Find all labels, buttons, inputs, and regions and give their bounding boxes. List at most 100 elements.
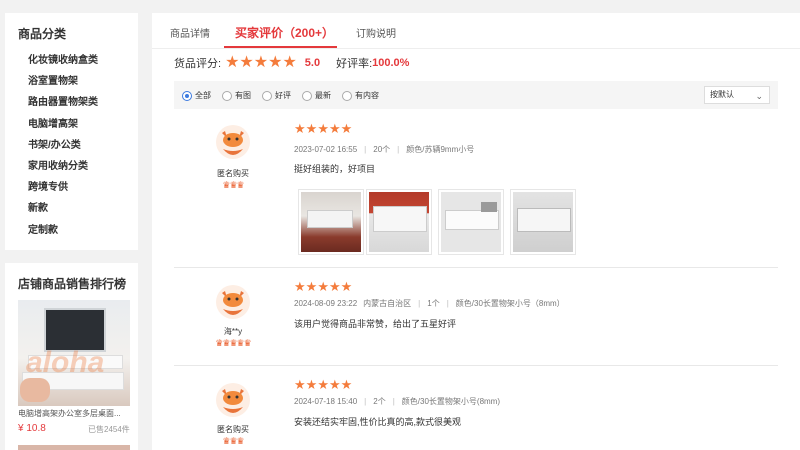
rating-stars: ★ ★ ★ ★ ★ <box>225 55 297 71</box>
category-item-monitor-riser[interactable]: 电脑增高架 <box>28 114 98 135</box>
tab-buyer-reviews[interactable]: 买家评价（200+） <box>235 24 334 41</box>
review-date: 2023-07-02 16:55 <box>294 145 358 154</box>
active-tab-indicator <box>224 46 337 48</box>
review-spec: 颜色/苏辆9mm小号 <box>406 145 475 154</box>
crown-icon: ♛ <box>229 338 237 348</box>
filter-latest[interactable]: 最新 <box>302 90 331 101</box>
ranking-title: 店铺商品销售排行榜 <box>18 277 127 291</box>
crown-icon: ♛ <box>229 436 237 446</box>
review-stars: ★ ★ ★ ★ ★ <box>294 122 352 135</box>
filter-with-content[interactable]: 有内容 <box>342 90 379 101</box>
rating-score: 5.0 <box>304 57 321 69</box>
reviewer-name: 匿名购买 <box>217 425 249 434</box>
review-divider <box>174 267 778 268</box>
review-spec: 颜色/30长置物架小号(8mm) <box>401 397 501 406</box>
tab-product-details[interactable]: 商品详情 <box>170 25 210 40</box>
category-list: 化妆镜收纳盒类 浴室置物架 路由器置物架类 电脑增高架 书架/办公类 家用收纳分… <box>28 50 98 241</box>
star-icon: ★ <box>328 121 341 136</box>
star-icon: ★ <box>317 121 329 136</box>
reviewer-level-badges: ♛♛♛♛♛ <box>205 338 261 349</box>
review-date: 2024-07-18 15:40 <box>294 397 358 406</box>
review-quantity: 20个 <box>373 145 391 154</box>
ranking-next-product-image[interactable] <box>18 445 130 450</box>
star-icon: ★ <box>294 377 306 392</box>
star-icon: ★ <box>328 279 341 294</box>
category-item-bookshelf-office[interactable]: 书架/办公类 <box>28 135 98 156</box>
star-icon: ★ <box>282 54 297 71</box>
review-filter-bar: 全部 有图 好评 最新 有内容 按默认 ⌄ <box>174 81 778 109</box>
ranking-product-image[interactable]: aloha <box>18 300 130 406</box>
review-text: 该用户觉得商品非常赞，给出了五星好评 <box>294 319 457 329</box>
review-quantity: 1个 <box>427 299 440 308</box>
radio-icon <box>222 90 232 101</box>
watermark-graphic: aloha <box>26 346 105 379</box>
tab-bar: 商品详情 买家评价（200+） 订购说明 <box>152 13 800 49</box>
star-icon: ★ <box>340 279 353 294</box>
filter-positive[interactable]: 好评 <box>262 90 291 101</box>
radio-icon <box>262 90 272 101</box>
reviewer-level-badges: ♛♛♛ <box>205 436 261 447</box>
crown-icon: ♛ <box>236 180 245 190</box>
good-rate-value: 100.0% <box>372 57 410 69</box>
review-stars: ★ ★ ★ ★ ★ <box>294 378 352 391</box>
review-image[interactable] <box>366 189 432 255</box>
crown-icon: ♛ <box>229 180 237 190</box>
filter-with-images[interactable]: 有图 <box>222 90 251 101</box>
review-image[interactable] <box>298 189 364 255</box>
category-panel: 商品分类 化妆镜收纳盒类 浴室置物架 路由器置物架类 电脑增高架 书架/办公类 … <box>5 13 138 250</box>
category-item-home-storage[interactable]: 家用收纳分类 <box>28 156 98 177</box>
star-icon: ★ <box>253 54 269 71</box>
hand-graphic <box>20 378 50 402</box>
avatar-icon <box>216 285 250 319</box>
star-icon: ★ <box>225 54 240 71</box>
sales-ranking-panel: 店铺商品销售排行榜 aloha 电脑增高架办公室多层桌面... ¥ 10.8 已… <box>5 263 138 450</box>
radio-icon <box>302 90 312 101</box>
review-meta: 2024-08-09 23:22 内蒙古自治区 | 1个 | 颜色/30长置物架小号（8m… <box>294 299 565 308</box>
star-icon: ★ <box>294 121 306 136</box>
review-image[interactable] <box>510 189 576 255</box>
tab-order-instructions[interactable]: 订购说明 <box>356 25 396 40</box>
avatar-icon <box>216 383 250 417</box>
main-content: 商品详情 买家评价（200+） 订购说明 货品评分: ★ ★ ★ ★ ★ 5.0 好评率… <box>152 13 800 450</box>
reviewer-level-badges: ♛♛♛ <box>205 180 261 191</box>
reviewer-name: 匿名购买 <box>217 169 249 178</box>
star-icon: ★ <box>328 377 341 392</box>
star-icon: ★ <box>305 377 318 392</box>
chevron-down-icon: ⌄ <box>755 91 763 101</box>
star-icon: ★ <box>317 279 329 294</box>
filter-all[interactable]: 全部 <box>182 90 211 101</box>
good-rate-label: 好评率: <box>336 58 373 70</box>
star-icon: ★ <box>294 279 306 294</box>
avatar-icon <box>216 125 250 159</box>
ranking-product-name[interactable]: 电脑增高架办公室多层桌面... <box>18 408 130 419</box>
sort-dropdown-value: 按默认 <box>710 90 734 99</box>
crown-icon: ♛ <box>236 338 245 348</box>
category-title: 商品分类 <box>18 27 67 41</box>
category-item-new[interactable]: 新款 <box>28 198 98 219</box>
reviewer-name: 海**y <box>223 327 243 336</box>
review-text: 挺好组装的，好项目 <box>294 164 376 174</box>
rating-summary: 货品评分: ★ ★ ★ ★ ★ 5.0 好评率: 100.0% <box>174 55 409 71</box>
category-item-router-rack[interactable]: 路由器置物架类 <box>28 92 98 113</box>
review-stars: ★ ★ ★ ★ ★ <box>294 280 352 293</box>
review-date: 2024-08-09 23:22 <box>294 299 358 308</box>
category-item-bathroom-rack[interactable]: 浴室置物架 <box>28 71 98 92</box>
crown-icon: ♛ <box>243 338 252 348</box>
category-item-cross-border[interactable]: 跨境专供 <box>28 177 98 198</box>
review-divider <box>174 365 778 366</box>
crown-icon: ♛ <box>236 436 245 446</box>
category-item-custom[interactable]: 定制款 <box>28 220 98 241</box>
star-icon: ★ <box>340 121 353 136</box>
review-item: 海**y ♛♛♛♛♛ ★ ★ ★ ★ ★ 2024-08-09 23:22 内蒙古自治区 |… <box>174 279 778 367</box>
review-item: 匿名购买 ♛♛♛ ★ ★ ★ ★ ★ 2023-07-02 16:55 | 20个 | 颜色/苏… <box>174 121 778 267</box>
star-icon: ★ <box>317 377 329 392</box>
sort-dropdown[interactable]: 按默认 ⌄ <box>704 86 770 104</box>
review-image[interactable] <box>438 189 504 255</box>
review-text: 安装还结实牢固,性价比真的高,款式很美观 <box>294 417 462 427</box>
review-meta: 2023-07-02 16:55 | 20个 | 颜色/苏辆9mm小号 <box>294 145 475 154</box>
star-icon: ★ <box>305 121 318 136</box>
rating-label: 货品评分: <box>174 58 222 70</box>
radio-selected-icon <box>182 90 192 101</box>
review-item: 匿名购买 ♛♛♛ ★ ★ ★ ★ ★ 2024-07-18 15:40 | 2个 | 颜色/30… <box>174 377 778 450</box>
category-item-makeup-mirror[interactable]: 化妆镜收纳盒类 <box>28 50 98 71</box>
